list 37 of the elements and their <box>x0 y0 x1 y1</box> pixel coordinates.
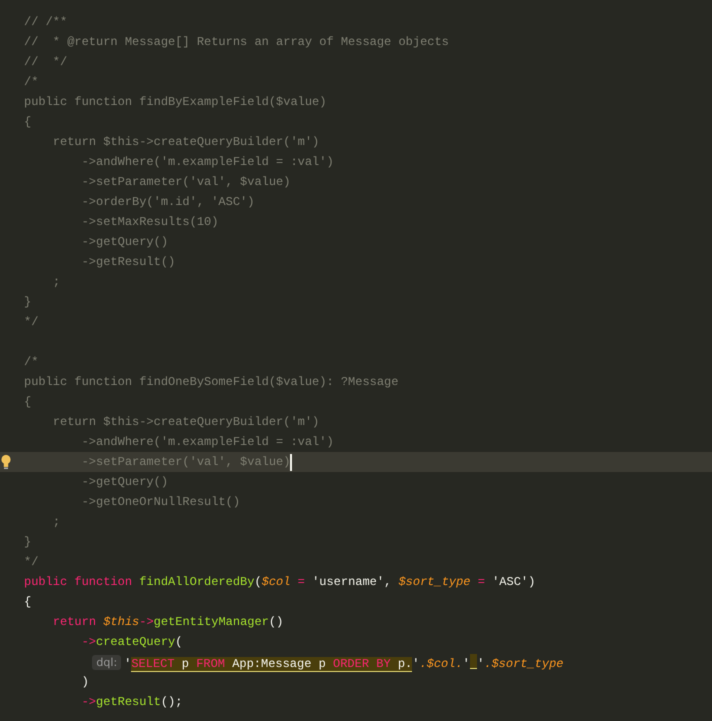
code-line: { <box>24 595 32 609</box>
code-line: /* <box>24 355 38 369</box>
code-line: */ <box>24 315 38 329</box>
lightbulb-icon[interactable] <box>1 454 11 470</box>
code-line: ->getResult(); <box>82 695 182 709</box>
code-line: ->getQuery() <box>82 235 168 249</box>
code-line: return $this->createQueryBuilder('m') <box>52 135 320 149</box>
text-cursor <box>290 454 292 470</box>
code-line: */ <box>24 555 38 569</box>
code-line: /* <box>24 75 38 89</box>
code-line: ) <box>82 675 89 689</box>
code-line: ->getOneOrNullResult() <box>82 495 240 509</box>
parameter-hint: dql: <box>92 654 122 670</box>
code-line: ->setParameter('val', $value) <box>82 175 290 189</box>
code-line: // * @return Message[] Returns an array of Message objects <box>24 35 449 49</box>
code-line: // */ <box>24 55 68 69</box>
code-line: // /** <box>24 15 68 29</box>
code-line: ; <box>52 275 60 289</box>
code-line: ->getQuery() <box>82 475 168 489</box>
code-line: public function findOneBySomeField($value): ?Message <box>24 375 398 389</box>
code-line: { <box>24 395 32 409</box>
code-line: } <box>24 295 32 309</box>
code-line: { <box>24 115 32 129</box>
code-line: ->andWhere('m.exampleField = :val') <box>82 155 334 169</box>
code-line: return $this->getEntityManager() <box>52 615 284 629</box>
code-line: ->getResult() <box>82 255 176 269</box>
code-line: ->andWhere('m.exampleField = :val') <box>82 435 334 449</box>
code-line: ->createQuery( <box>82 635 182 649</box>
code-line: return $this->createQueryBuilder('m') <box>52 415 320 429</box>
code-line: ->setParameter('val', $value) <box>82 455 290 469</box>
code-line: ->orderBy('m.id', 'ASC') <box>82 195 254 209</box>
code-line: public function findByExampleField($value) <box>24 95 326 109</box>
code-line: ; <box>52 515 60 529</box>
code-line: 'SELECT p FROM App:Message p ORDER BY p.'.$col.' '.$sort_type <box>124 654 564 670</box>
code-line: ->setMaxResults(10) <box>82 215 218 229</box>
code-line: public function findAllOrderedBy($col = 'username', $sort_type = 'ASC') <box>24 575 536 589</box>
code-line: } <box>24 535 32 549</box>
